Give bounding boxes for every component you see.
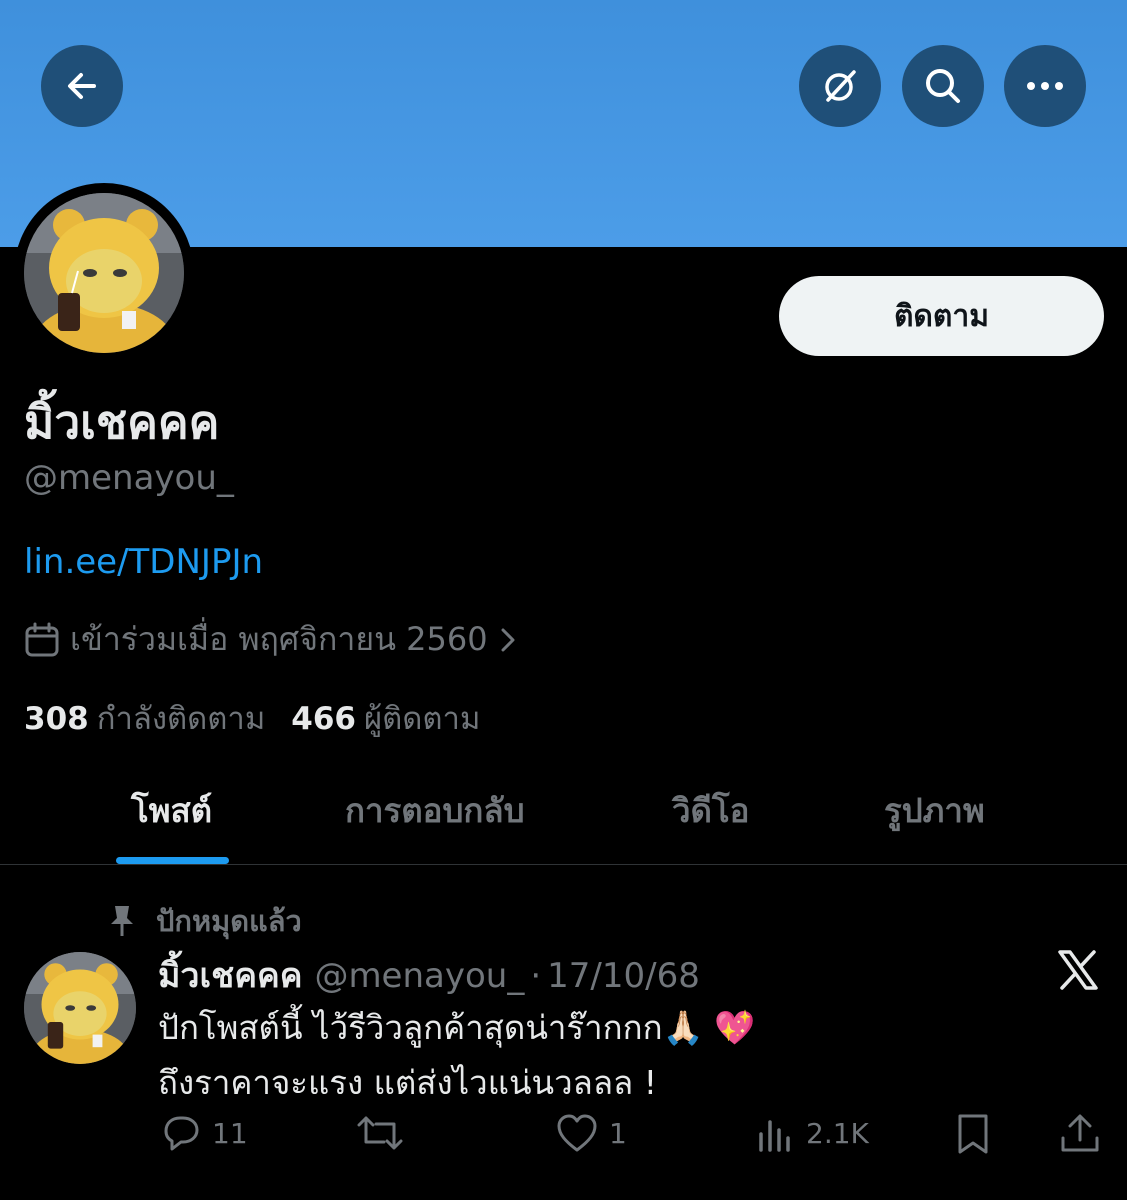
reply-button[interactable]: 11 xyxy=(160,1112,248,1154)
search-button[interactable] xyxy=(902,45,984,127)
bookmark-icon xyxy=(958,1114,988,1154)
following-label[interactable]: กำลังติดตาม xyxy=(97,693,266,743)
like-button[interactable]: 1 xyxy=(555,1112,627,1154)
repost-icon xyxy=(357,1116,403,1150)
heart-icon xyxy=(557,1114,597,1152)
more-button[interactable] xyxy=(1004,45,1086,127)
post-avatar[interactable] xyxy=(24,952,136,1064)
share-icon xyxy=(1061,1114,1099,1152)
repost-button[interactable] xyxy=(356,1112,414,1154)
post-author-name[interactable]: มิ้วเชคคค xyxy=(158,948,302,1002)
more-icon xyxy=(1027,82,1063,90)
grok-button[interactable] xyxy=(799,45,881,127)
like-count: 1 xyxy=(609,1116,627,1150)
avatar-image xyxy=(24,193,184,353)
reply-icon xyxy=(164,1116,199,1151)
follow-stats: 308 กำลังติดตาม 466 ผู้ติดตาม xyxy=(24,693,506,743)
back-button[interactable] xyxy=(41,45,123,127)
tab-videos[interactable]: วิดีโอ xyxy=(672,784,750,837)
x-logo-icon xyxy=(1058,950,1098,990)
pinned-label: ปักหมุดแล้ว xyxy=(156,904,302,938)
joined-date-row[interactable]: เข้าร่วมเมื่อ พฤศจิกายน 2560 xyxy=(24,614,518,665)
post-date[interactable]: 17/10/68 xyxy=(547,956,700,996)
calendar-icon xyxy=(25,622,59,656)
following-count[interactable]: 308 xyxy=(24,701,89,737)
profile-tabs: โพสต์ การตอบกลับ วิดีโอ รูปภาพ xyxy=(0,760,1127,865)
post-header: มิ้วเชคคค @menayou_ · 17/10/68 xyxy=(158,948,700,1002)
reply-count: 11 xyxy=(212,1116,248,1150)
followers-label[interactable]: ผู้ติดตาม xyxy=(364,693,480,743)
chevron-right-icon xyxy=(501,628,515,651)
profile-handle: @menayou_ xyxy=(24,458,234,498)
post-separator: · xyxy=(530,956,542,996)
profile-link[interactable]: lin.ee/TDNJPJn xyxy=(24,542,263,582)
follow-button[interactable]: ติดตาม xyxy=(779,276,1104,356)
views-icon xyxy=(759,1120,790,1152)
post-body[interactable]: ปักโพสต์นี้ ไว้รีวิวลูกค้าสุดน่าร๊ากกก🙏🏻… xyxy=(158,1000,1038,1110)
joined-date-text: เข้าร่วมเมื่อ พฤศจิกายน 2560 xyxy=(70,620,488,658)
arrow-left-icon xyxy=(68,73,96,99)
tab-photos[interactable]: รูปภาพ xyxy=(884,784,985,837)
grok-icon xyxy=(825,70,856,102)
views-count: 2.1K xyxy=(806,1116,869,1150)
display-name: มิ้วเชคคค xyxy=(24,395,220,449)
views-button[interactable]: 2.1K xyxy=(756,1112,869,1154)
active-tab-indicator xyxy=(116,857,229,864)
post-text-line-1: ปักโพสต์นี้ ไว้รีวิวลูกค้าสุดน่าร๊ากกก🙏🏻… xyxy=(158,1008,756,1047)
pinned-label-row: ปักหมุดแล้ว xyxy=(108,898,302,944)
share-button[interactable] xyxy=(1058,1112,1102,1156)
profile-avatar[interactable] xyxy=(14,183,194,363)
tab-posts[interactable]: โพสต์ xyxy=(131,784,212,837)
pin-icon xyxy=(111,906,133,936)
bookmark-button[interactable] xyxy=(953,1112,993,1156)
post-author-handle[interactable]: @menayou_ xyxy=(314,956,524,996)
search-icon xyxy=(926,69,960,103)
post-actions: 11 1 2.1K xyxy=(0,1112,1127,1172)
post-text-line-2: ถึงราคาจะแรง แต่ส่งไวแน่นวลลล ! xyxy=(158,1063,657,1102)
followers-count[interactable]: 466 xyxy=(291,701,356,737)
tab-replies[interactable]: การตอบกลับ xyxy=(345,784,525,837)
